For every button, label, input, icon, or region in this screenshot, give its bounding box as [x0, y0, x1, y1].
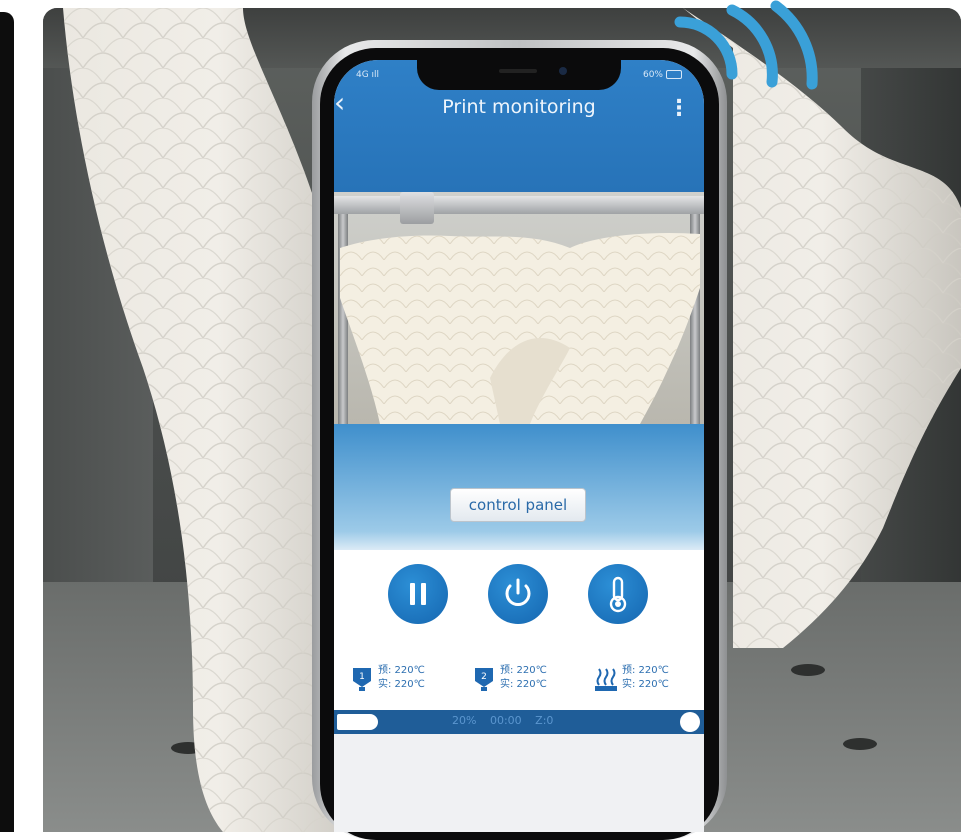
nozzle-1-icon: 1 [353, 668, 371, 691]
progress-end-cap [680, 712, 700, 732]
phone-screen: 4G ıll 60% ‹ Print monitoring ⋮ control … [334, 60, 704, 832]
wifi-signal-icon [674, 0, 818, 90]
nozzle-2-icon: 2 [475, 668, 493, 691]
screen-bottom-area [334, 734, 704, 832]
front-camera [559, 67, 567, 75]
progress-info: 20% 00:00 Z:0 [452, 714, 553, 727]
z-height: Z:0 [535, 714, 554, 727]
heated-bed-target: 预: 220℃ [622, 665, 669, 676]
earpiece-speaker [499, 69, 537, 73]
svg-text:2: 2 [481, 672, 487, 682]
svg-text:1: 1 [359, 672, 365, 682]
control-buttons [334, 550, 704, 650]
progress-fill [337, 714, 378, 730]
phone-notch [417, 60, 621, 90]
printer-carriage [400, 192, 434, 224]
control-panel-area: control panel [334, 424, 704, 550]
progress-percent: 20% [452, 714, 477, 727]
thermometer-icon [609, 576, 627, 613]
print-progress-bar: 20% 00:00 Z:0 [334, 710, 704, 734]
pause-button[interactable] [388, 564, 448, 624]
nozzle-2-target: 预: 220℃ [500, 665, 547, 676]
power-button[interactable] [488, 564, 548, 624]
pause-icon [410, 583, 426, 605]
adjacent-panel-edge [0, 12, 14, 832]
temperature-readouts: 1 预: 220℃ 实: 220℃ 2 预: 220℃ 实: 220℃ 预: 2… [334, 650, 704, 710]
heated-bed-icon [595, 668, 617, 691]
temperature-button[interactable] [588, 564, 648, 624]
power-icon [505, 578, 531, 606]
heated-bed-actual: 实: 220℃ [622, 679, 669, 690]
nozzle-2-actual: 实: 220℃ [500, 679, 547, 690]
nozzle-1-actual: 实: 220℃ [378, 679, 425, 690]
camera-feed [334, 192, 704, 424]
print-time: 00:00 [489, 714, 522, 727]
status-signal: 4G ıll [356, 70, 380, 80]
page-title: Print monitoring [442, 96, 596, 118]
control-panel-button[interactable]: control panel [450, 488, 586, 522]
nozzle-1-target: 预: 220℃ [378, 665, 425, 676]
battery-percent: 60% [642, 70, 663, 80]
printer-gantry-rail [334, 196, 704, 214]
print-in-progress-image [340, 232, 700, 424]
